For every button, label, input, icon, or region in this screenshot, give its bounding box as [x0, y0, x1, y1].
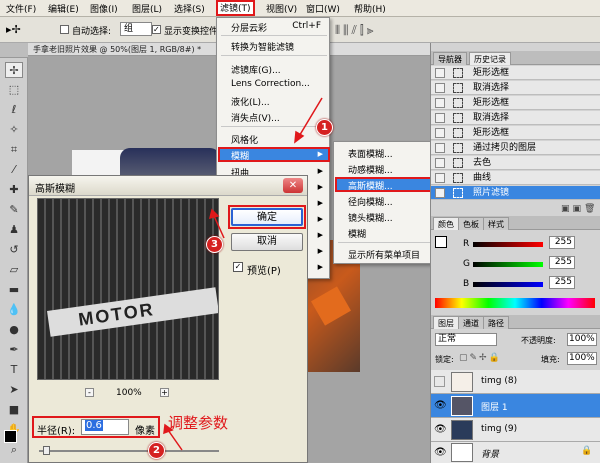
history-row[interactable]: 曲线: [431, 171, 600, 185]
document-icon: [453, 188, 463, 198]
visibility-toggle[interactable]: [434, 376, 445, 387]
history-row[interactable]: 取消选择: [431, 111, 600, 125]
blend-mode-dropdown[interactable]: 正常: [435, 333, 497, 346]
layer-name: timg (8): [481, 376, 518, 386]
tab-swatches[interactable]: 色板: [458, 217, 484, 230]
document-icon: [453, 158, 463, 168]
tab-color[interactable]: 颜色: [433, 217, 459, 230]
layer-row-selected[interactable]: 👁 图层 1: [431, 394, 600, 418]
history-row[interactable]: 通过拷贝的图层: [431, 141, 600, 155]
history-tabs: 导航器 历史记录: [431, 51, 600, 65]
fill-label: 填充:: [541, 355, 560, 364]
tab-channels[interactable]: 通道: [458, 316, 484, 329]
fill-input[interactable]: 100%: [567, 352, 597, 365]
layer-row[interactable]: timg (8): [431, 370, 600, 394]
layer-name: 图层 1: [481, 403, 508, 413]
step-2-badge: 2: [148, 442, 165, 459]
green-value-input[interactable]: 255: [549, 256, 575, 269]
layer-icon: [453, 143, 463, 153]
color-fg-swatch[interactable]: [435, 236, 447, 248]
step-1-badge: 1: [316, 119, 333, 136]
layer-thumbnail: [451, 443, 473, 462]
layer-thumbnail: [451, 396, 473, 416]
red-value-input[interactable]: 255: [549, 236, 575, 249]
opacity-label: 不透明度:: [521, 336, 556, 345]
marquee-icon: [453, 128, 463, 138]
right-panels: 导航器 历史记录 矩形选框 取消选择 矩形选框 取消选择 矩形选框 通过拷贝的图…: [430, 43, 600, 463]
lock-label: 锁定:: [435, 355, 454, 364]
layers-tabs: 图层 通道 路径: [431, 315, 600, 329]
document-icon: [453, 173, 463, 183]
marquee-icon: [453, 113, 463, 123]
tab-history[interactable]: 历史记录: [469, 52, 511, 65]
eye-icon[interactable]: 👁: [434, 400, 447, 411]
green-slider[interactable]: [473, 262, 543, 267]
tab-styles[interactable]: 样式: [483, 217, 509, 230]
blue-value-input[interactable]: 255: [549, 276, 575, 289]
tab-navigator[interactable]: 导航器: [433, 52, 467, 65]
color-tabs: 颜色 色板 样式: [431, 216, 600, 230]
color-label-g: G: [463, 259, 470, 269]
history-row[interactable]: 去色: [431, 156, 600, 170]
marquee-icon: [453, 68, 463, 78]
layer-row[interactable]: 👁 背景 🔒: [431, 442, 600, 463]
layer-thumbnail: [451, 420, 473, 440]
lock-icons[interactable]: ▢✎✢🔒: [459, 353, 502, 363]
opacity-input[interactable]: 100%: [567, 333, 597, 346]
color-label-b: B: [463, 279, 470, 289]
layer-row[interactable]: 👁 timg (9): [431, 418, 600, 442]
history-row[interactable]: 矩形选框: [431, 126, 600, 140]
eye-icon[interactable]: 👁: [434, 424, 447, 435]
color-spectrum[interactable]: [435, 298, 595, 308]
adjust-params-text: 调整参数: [168, 414, 229, 432]
tab-paths[interactable]: 路径: [483, 316, 509, 329]
history-row[interactable]: 取消选择: [431, 81, 600, 95]
history-actions-icons[interactable]: ▣▣🗑: [561, 204, 598, 214]
marquee-icon: [453, 83, 463, 93]
blue-slider[interactable]: [473, 282, 543, 287]
history-row-selected[interactable]: 照片滤镜: [431, 186, 600, 200]
history-row[interactable]: 矩形选框: [431, 96, 600, 110]
layer-name: timg (9): [481, 424, 518, 434]
history-row[interactable]: 矩形选框: [431, 66, 600, 80]
eye-icon[interactable]: 👁: [434, 447, 447, 458]
marquee-icon: [453, 98, 463, 108]
color-label-r: R: [463, 239, 470, 249]
tab-layers[interactable]: 图层: [433, 316, 459, 329]
lock-icon: 🔒: [581, 446, 593, 456]
layer-name: 背景: [481, 450, 500, 460]
red-slider[interactable]: [473, 242, 543, 247]
layer-thumbnail: [451, 372, 473, 392]
step-3-badge: 3: [206, 236, 223, 253]
